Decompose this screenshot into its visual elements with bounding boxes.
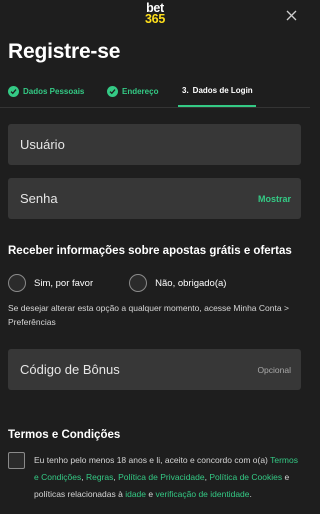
step-login-data[interactable]: 3. Dados de Login	[182, 86, 253, 95]
radio-circle[interactable]	[8, 274, 26, 292]
offers-yes-label: Sim, por favor	[34, 277, 94, 289]
step-personal-data[interactable]: Dados Pessoais	[8, 86, 84, 97]
top-bar: bet 365	[0, 0, 310, 34]
step-label: Dados Pessoais	[23, 87, 85, 96]
terms-intro: Eu tenho pelo menos 18 anos e li, aceito…	[34, 455, 271, 465]
step-address[interactable]: Endereço	[107, 86, 158, 97]
offers-no-label: Não, obrigado(a)	[155, 277, 227, 289]
terms-consent: Eu tenho pelo menos 18 anos e li, aceito…	[8, 452, 304, 503]
terms-heading: Termos e Condições	[8, 429, 121, 441]
password-field[interactable]: Senha Mostrar	[8, 178, 301, 219]
radio-circle[interactable]	[129, 274, 148, 292]
bonus-code-placeholder: Código de Bônus	[20, 362, 120, 377]
show-password-button[interactable]: Mostrar	[258, 194, 291, 204]
step-number: 3.	[182, 86, 189, 95]
age-link[interactable]: idade	[125, 489, 146, 499]
offers-no-radio[interactable]: Não, obrigado(a)	[129, 274, 226, 292]
username-placeholder: Usuário	[20, 137, 65, 152]
bet365-logo: bet 365	[138, 2, 172, 26]
rules-link[interactable]: Regras	[86, 472, 113, 482]
terms-checkbox[interactable]	[8, 452, 25, 469]
logo-line-365: 365	[145, 12, 165, 26]
identity-verification-link[interactable]: verificação de identidade	[155, 489, 249, 499]
active-step-indicator	[178, 105, 256, 107]
offers-heading: Receber informações sobre apostas grátis…	[8, 245, 292, 257]
terms-text: Eu tenho pelo menos 18 anos e li, aceito…	[34, 452, 304, 503]
privacy-policy-link[interactable]: Política de Privacidade	[118, 472, 204, 482]
password-placeholder: Senha	[20, 191, 58, 206]
check-icon	[8, 86, 19, 97]
close-icon	[286, 10, 296, 20]
check-icon	[107, 86, 118, 97]
page-title: Registre-se	[8, 40, 121, 63]
step-label: Endereço	[122, 87, 159, 96]
bonus-code-field[interactable]: Código de Bônus Opcional	[8, 349, 301, 390]
optional-label: Opcional	[257, 364, 291, 375]
terms-end: .	[249, 489, 252, 499]
offers-note: Se desejar alterar esta opção a qualquer…	[8, 303, 289, 327]
offers-radio-group: Sim, por favor Não, obrigado(a)	[8, 274, 244, 292]
cookie-policy-link[interactable]: Política de Cookies	[209, 472, 282, 482]
username-field[interactable]: Usuário	[8, 124, 301, 165]
step-label: Dados de Login	[192, 86, 253, 95]
registration-steps: Dados Pessoais Endereço 3. Dados de Logi…	[0, 82, 310, 108]
close-button[interactable]	[282, 6, 300, 24]
offers-yes-radio[interactable]: Sim, por favor	[8, 274, 93, 292]
